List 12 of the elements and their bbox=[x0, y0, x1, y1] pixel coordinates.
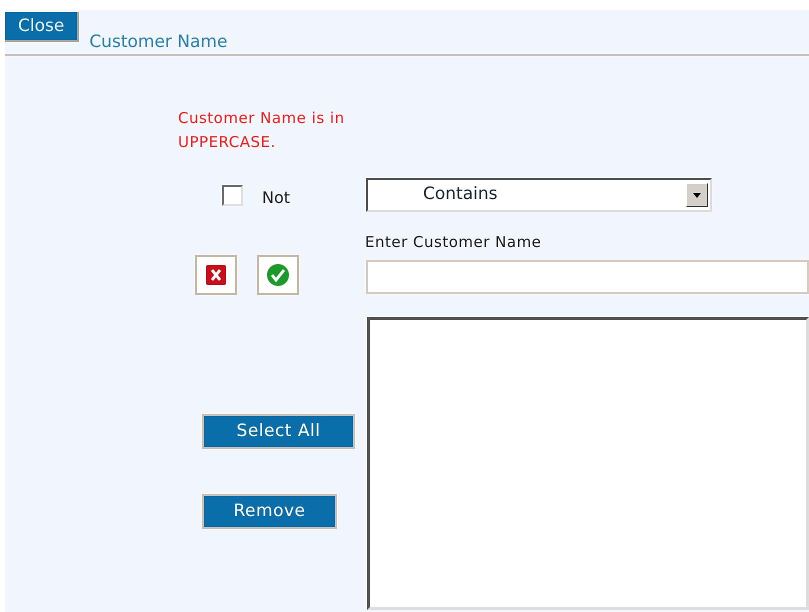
remove-button[interactable]: Remove bbox=[202, 494, 337, 529]
not-label: Not bbox=[262, 187, 290, 209]
close-button[interactable]: Close bbox=[5, 12, 80, 42]
warning-message: Customer Name is in UPPERCASE. bbox=[178, 108, 346, 153]
customer-name-field[interactable] bbox=[366, 260, 809, 294]
panel-title: Customer Name bbox=[89, 34, 228, 51]
confirm-icon[interactable] bbox=[257, 255, 299, 295]
operator-dropdown[interactable]: Contains bbox=[366, 178, 712, 212]
field-label: Enter Customer Name bbox=[365, 232, 542, 253]
select-all-button[interactable]: Select All bbox=[202, 414, 355, 449]
cancel-icon[interactable] bbox=[195, 255, 237, 295]
not-checkbox[interactable] bbox=[222, 184, 243, 206]
